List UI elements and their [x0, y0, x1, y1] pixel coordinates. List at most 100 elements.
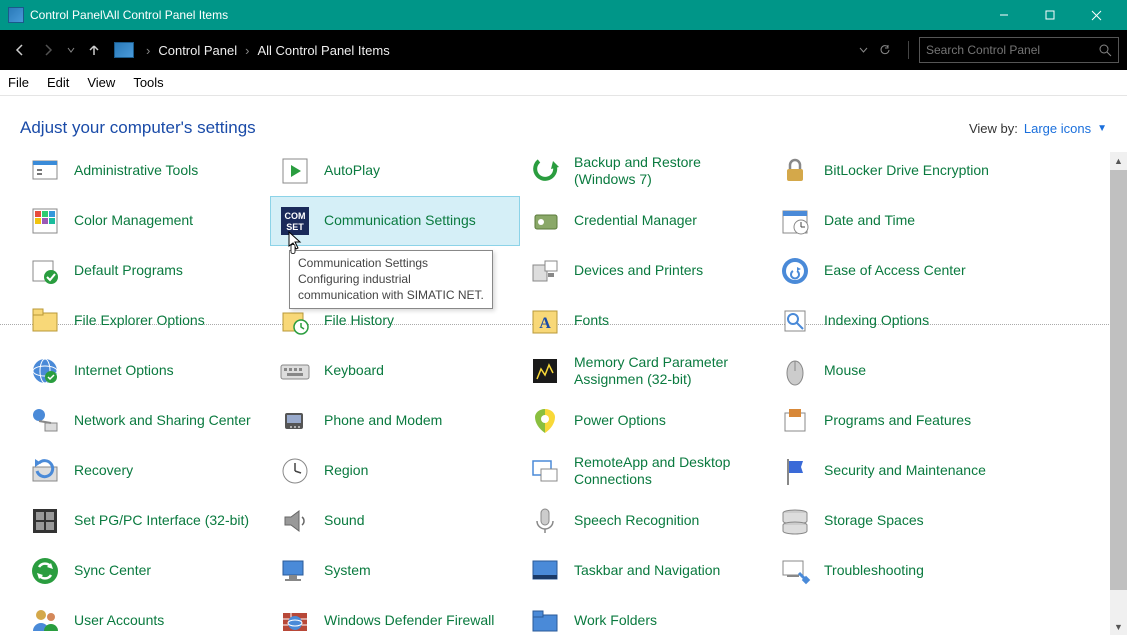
- storage-icon: [778, 504, 812, 538]
- content-header: Adjust your computer's settings View by:…: [0, 96, 1127, 152]
- control-panel-item[interactable]: Color Management: [20, 196, 270, 246]
- control-panel-item[interactable]: Troubleshooting: [770, 546, 1020, 596]
- control-panel-item[interactable]: Default Programs: [20, 246, 270, 296]
- control-panel-item[interactable]: Mouse: [770, 346, 1020, 396]
- control-panel-item[interactable]: System: [270, 546, 520, 596]
- item-label: BitLocker Drive Encryption: [824, 162, 989, 180]
- ease-icon: [778, 254, 812, 288]
- breadcrumb-control-panel[interactable]: Control Panel: [158, 43, 237, 58]
- control-panel-item[interactable]: Programs and Features: [770, 396, 1020, 446]
- item-label: Recovery: [74, 462, 133, 480]
- chevron-down-icon[interactable]: [859, 46, 868, 55]
- control-panel-item[interactable]: Ease of Access Center: [770, 246, 1020, 296]
- viewby-value[interactable]: Large icons: [1024, 121, 1091, 136]
- control-panel-item[interactable]: Security and Maintenance: [770, 446, 1020, 496]
- item-label: Memory Card Parameter Assignmen (32-bit): [574, 354, 762, 389]
- item-label: Indexing Options: [824, 312, 929, 330]
- programs-icon: [778, 404, 812, 438]
- security-icon: [778, 454, 812, 488]
- control-panel-item[interactable]: COMSETCommunication Settings: [270, 196, 520, 246]
- back-button[interactable]: [8, 38, 32, 62]
- control-panel-item[interactable]: Set PG/PC Interface (32-bit): [20, 496, 270, 546]
- search-input[interactable]: [926, 43, 1096, 57]
- control-panel-item[interactable]: RemoteApp and Desktop Connections: [520, 446, 770, 496]
- menu-file[interactable]: File: [8, 75, 29, 90]
- control-panel-item[interactable]: Storage Spaces: [770, 496, 1020, 546]
- scrollbar-thumb[interactable]: [1110, 170, 1127, 590]
- control-panel-item[interactable]: Network and Sharing Center: [20, 396, 270, 446]
- chevron-right-icon[interactable]: ›: [241, 43, 253, 58]
- control-panel-item[interactable]: Date and Time: [770, 196, 1020, 246]
- scroll-down-button[interactable]: ▼: [1110, 618, 1127, 635]
- memory-icon: [528, 354, 562, 388]
- speech-icon: [528, 504, 562, 538]
- page-title: Adjust your computer's settings: [20, 118, 256, 138]
- control-panel-item[interactable]: Phone and Modem: [270, 396, 520, 446]
- control-panel-item[interactable]: Indexing Options: [770, 296, 1020, 346]
- item-label: Default Programs: [74, 262, 183, 280]
- item-label: Backup and Restore (Windows 7): [574, 154, 762, 189]
- control-panel-item[interactable]: Taskbar and Navigation: [520, 546, 770, 596]
- recent-locations-button[interactable]: [64, 38, 78, 62]
- item-label: Fonts: [574, 312, 609, 330]
- breadcrumb[interactable]: › Control Panel › All Control Panel Item…: [110, 42, 855, 58]
- control-panel-item[interactable]: Devices and Printers: [520, 246, 770, 296]
- item-label: Administrative Tools: [74, 162, 198, 180]
- item-label: Region: [324, 462, 368, 480]
- item-label: Troubleshooting: [824, 562, 924, 580]
- control-panel-item[interactable]: Backup and Restore (Windows 7): [520, 152, 770, 196]
- control-panel-item[interactable]: BitLocker Drive Encryption: [770, 152, 1020, 196]
- control-panel-item[interactable]: File Explorer Options: [20, 296, 270, 346]
- item-label: System: [324, 562, 371, 580]
- keyboard-icon: [278, 354, 312, 388]
- control-panel-item[interactable]: Internet Options: [20, 346, 270, 396]
- control-panel-item[interactable]: AutoPlay: [270, 152, 520, 196]
- control-panel-item[interactable]: Sound: [270, 496, 520, 546]
- item-label: Color Management: [74, 212, 193, 230]
- menu-edit[interactable]: Edit: [47, 75, 69, 90]
- default-icon: [28, 254, 62, 288]
- search-box[interactable]: [919, 37, 1119, 63]
- chevron-down-icon[interactable]: ▼: [1097, 123, 1107, 134]
- credential-icon: [528, 204, 562, 238]
- recovery-icon: [28, 454, 62, 488]
- item-label: Windows Defender Firewall: [324, 612, 494, 630]
- control-panel-item[interactable]: User Accounts: [20, 596, 270, 635]
- autoplay-icon: [278, 154, 312, 188]
- control-panel-item[interactable]: Windows Defender Firewall: [270, 596, 520, 635]
- devices-icon: [528, 254, 562, 288]
- control-panel-item[interactable]: AFonts: [520, 296, 770, 346]
- forward-button[interactable]: [36, 38, 60, 62]
- control-panel-item[interactable]: Speech Recognition: [520, 496, 770, 546]
- system-icon: [278, 554, 312, 588]
- viewby: View by: Large icons ▼: [969, 121, 1107, 136]
- control-panel-item[interactable]: Memory Card Parameter Assignmen (32-bit): [520, 346, 770, 396]
- item-label: User Accounts: [74, 612, 164, 630]
- control-panel-item[interactable]: Administrative Tools: [20, 152, 270, 196]
- control-panel-item[interactable]: Sync Center: [20, 546, 270, 596]
- item-label: Date and Time: [824, 212, 915, 230]
- chevron-right-icon[interactable]: ›: [142, 43, 154, 58]
- up-button[interactable]: [82, 38, 106, 62]
- trouble-icon: [778, 554, 812, 588]
- item-label: Phone and Modem: [324, 412, 442, 430]
- tooltip: Communication Settings Configuring indus…: [289, 250, 493, 309]
- control-panel-item[interactable]: Keyboard: [270, 346, 520, 396]
- control-panel-item[interactable]: Credential Manager: [520, 196, 770, 246]
- control-panel-item[interactable]: Region: [270, 446, 520, 496]
- control-panel-item[interactable]: Work Folders: [520, 596, 770, 635]
- menu-tools[interactable]: Tools: [133, 75, 163, 90]
- search-icon: [1099, 44, 1112, 57]
- minimize-button[interactable]: [981, 0, 1027, 30]
- close-button[interactable]: [1073, 0, 1119, 30]
- control-panel-item[interactable]: Power Options: [520, 396, 770, 446]
- maximize-button[interactable]: [1027, 0, 1073, 30]
- menu-view[interactable]: View: [87, 75, 115, 90]
- vertical-scrollbar[interactable]: ▲ ▼: [1110, 152, 1127, 635]
- breadcrumb-all-items[interactable]: All Control Panel Items: [257, 43, 389, 58]
- item-label: Communication Settings: [324, 212, 476, 230]
- item-label: Taskbar and Navigation: [574, 562, 720, 580]
- refresh-icon[interactable]: [878, 43, 892, 57]
- scroll-up-button[interactable]: ▲: [1110, 152, 1127, 169]
- control-panel-item[interactable]: Recovery: [20, 446, 270, 496]
